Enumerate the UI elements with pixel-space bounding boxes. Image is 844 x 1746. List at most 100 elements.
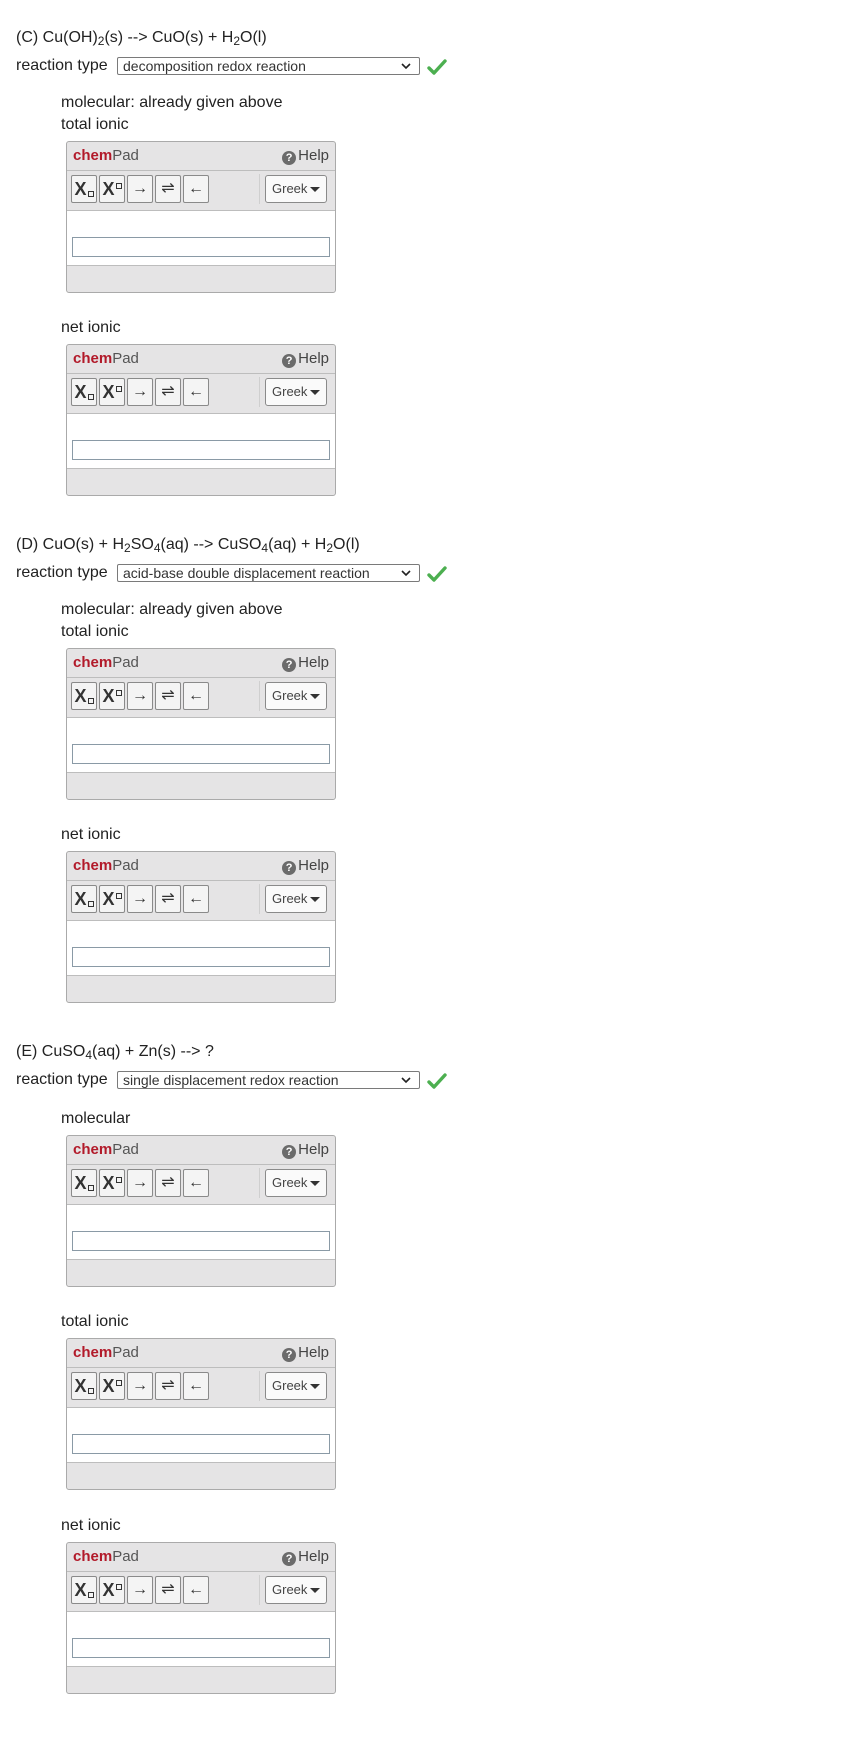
right-arrow-icon[interactable]: → [127,175,153,203]
toolbar-divider [259,1575,260,1605]
equilibrium-arrow-icon[interactable]: ⇌ [155,682,181,710]
chempad-header: chemPad ? Help [67,1543,335,1572]
subscript-icon[interactable]: X [71,885,97,913]
reaction-type-select-d[interactable]: acid-base double displacement reaction [117,564,420,582]
chempad-toolbar: X X → ⇌ ← Greek [67,1164,335,1205]
greek-dropdown[interactable]: Greek [265,682,327,710]
chempad-toolbar: X X → ⇌ ← Greek [67,1571,335,1612]
greek-dropdown[interactable]: Greek [265,1372,327,1400]
right-arrow-icon[interactable]: → [127,1576,153,1604]
help-button[interactable]: ? Help [282,1548,329,1566]
chempad-input[interactable] [72,947,330,967]
equation-c: (C) Cu(OH)2(s) --> CuO(s) + H2O(l) [16,29,267,48]
greek-dropdown[interactable]: Greek [265,1576,327,1604]
chempad-input[interactable] [72,1434,330,1454]
help-icon: ? [282,151,297,165]
left-arrow-icon[interactable]: ← [183,885,209,913]
chempad-editor [67,1408,335,1463]
right-arrow-icon[interactable]: → [127,378,153,406]
left-arrow-icon[interactable]: ← [183,1576,209,1604]
chempad-header: chemPad ? Help [67,649,335,678]
reaction-type-select-e[interactable]: single displacement redox reaction [117,1071,420,1089]
left-arrow-icon[interactable]: ← [183,378,209,406]
subscript-icon[interactable]: X [71,378,97,406]
toolbar-divider [259,1371,260,1401]
chempad-title: chemPad [73,147,139,164]
help-button[interactable]: ? Help [282,1141,329,1159]
chempad-e-total-ionic: chemPad ? Help X X → ⇌ ← Greek [66,1338,336,1490]
left-arrow-icon[interactable]: ← [183,682,209,710]
right-arrow-icon[interactable]: → [127,1169,153,1197]
greek-dropdown[interactable]: Greek [265,175,327,203]
pad-label: net ionic [61,1517,121,1534]
note-line: molecular: already given above [61,94,283,111]
chempad-title: chemPad [73,1141,139,1158]
pad-label: net ionic [61,319,121,336]
chempad-title: chemPad [73,350,139,367]
equilibrium-arrow-icon[interactable]: ⇌ [155,378,181,406]
chempad-input[interactable] [72,1231,330,1251]
chempad-e-molecular: chemPad ? Help X X → ⇌ ← Greek [66,1135,336,1287]
superscript-icon[interactable]: X [99,1576,125,1604]
greek-dropdown[interactable]: Greek [265,378,327,406]
chevron-down-icon [401,1077,411,1084]
help-button[interactable]: ? Help [282,654,329,672]
chempad-title: chemPad [73,1344,139,1361]
equilibrium-arrow-icon[interactable]: ⇌ [155,885,181,913]
note-line: total ionic [61,623,129,640]
right-arrow-icon[interactable]: → [127,885,153,913]
equation-e: (E) CuSO4(aq) + Zn(s) --> ? [16,1043,214,1062]
help-icon: ? [282,354,297,368]
toolbar-divider [259,1168,260,1198]
equilibrium-arrow-icon[interactable]: ⇌ [155,1576,181,1604]
superscript-icon[interactable]: X [99,1372,125,1400]
chempad-input[interactable] [72,440,330,460]
chempad-header: chemPad ? Help [67,345,335,374]
correct-check-icon [427,566,447,582]
reaction-type-label: reaction type [16,57,108,74]
help-button[interactable]: ? Help [282,147,329,165]
left-arrow-icon[interactable]: ← [183,1169,209,1197]
superscript-icon[interactable]: X [99,175,125,203]
chempad-header: chemPad ? Help [67,852,335,881]
correct-check-icon [427,1073,447,1089]
right-arrow-icon[interactable]: → [127,1372,153,1400]
chempad-input[interactable] [72,744,330,764]
superscript-icon[interactable]: X [99,682,125,710]
chempad-title: chemPad [73,1548,139,1565]
chempad-input[interactable] [72,1638,330,1658]
equilibrium-arrow-icon[interactable]: ⇌ [155,1372,181,1400]
superscript-icon[interactable]: X [99,378,125,406]
reaction-type-value: decomposition redox reaction [123,58,306,74]
help-button[interactable]: ? Help [282,1344,329,1362]
chempad-c-net-ionic: chemPad ? Help X X → ⇌ ← Greek [66,344,336,496]
subscript-icon[interactable]: X [71,175,97,203]
chempad-d-total-ionic: chemPad ? Help X X → ⇌ ← Greek [66,648,336,800]
toolbar-divider [259,174,260,204]
equilibrium-arrow-icon[interactable]: ⇌ [155,1169,181,1197]
superscript-icon[interactable]: X [99,885,125,913]
help-button[interactable]: ? Help [282,350,329,368]
subscript-icon[interactable]: X [71,1169,97,1197]
superscript-icon[interactable]: X [99,1169,125,1197]
right-arrow-icon[interactable]: → [127,682,153,710]
greek-dropdown[interactable]: Greek [265,1169,327,1197]
toolbar-divider [259,377,260,407]
chempad-input[interactable] [72,237,330,257]
equilibrium-arrow-icon[interactable]: ⇌ [155,175,181,203]
greek-dropdown[interactable]: Greek [265,885,327,913]
subscript-icon[interactable]: X [71,682,97,710]
reaction-type-value: single displacement redox reaction [123,1072,339,1088]
left-arrow-icon[interactable]: ← [183,1372,209,1400]
chempad-d-net-ionic: chemPad ? Help X X → ⇌ ← Greek [66,851,336,1003]
subscript-icon[interactable]: X [71,1576,97,1604]
help-button[interactable]: ? Help [282,857,329,875]
chempad-e-net-ionic: chemPad ? Help X X → ⇌ ← Greek [66,1542,336,1694]
subscript-icon[interactable]: X [71,1372,97,1400]
left-arrow-icon[interactable]: ← [183,175,209,203]
caret-down-icon [310,1588,320,1593]
pad-label: net ionic [61,826,121,843]
chempad-editor [67,211,335,266]
reaction-type-select-c[interactable]: decomposition redox reaction [117,57,420,75]
chempad-header: chemPad ? Help [67,1136,335,1165]
